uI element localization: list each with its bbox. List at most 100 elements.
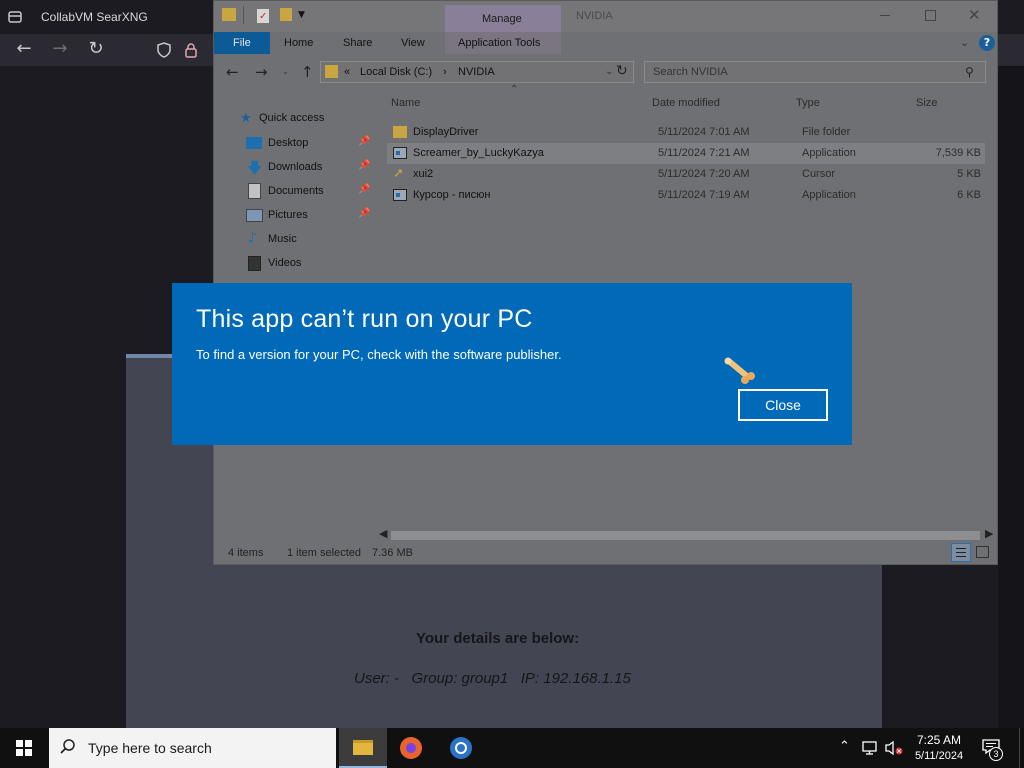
- scroll-right-icon[interactable]: ▶: [985, 527, 993, 540]
- nav-item-videos[interactable]: Videos: [242, 254, 372, 274]
- file-type: File folder: [802, 126, 851, 138]
- column-header-size[interactable]: Size: [916, 97, 937, 109]
- file-name: Screamer_by_LuckyKazya: [413, 147, 544, 159]
- address-segment-folder[interactable]: NVIDIA: [458, 66, 495, 78]
- nav-item-desktop-label: Desktop: [268, 137, 309, 149]
- contextual-tab-group: Manage: [445, 5, 561, 32]
- sort-up-chevron-icon: ⌃: [510, 84, 519, 95]
- nav-item-desktop[interactable]: Desktop 📌: [242, 134, 372, 154]
- action-center-icon[interactable]: 3: [982, 739, 1004, 761]
- scroll-left-icon[interactable]: ◀: [379, 527, 387, 540]
- file-date: 5/11/2024 7:01 AM: [658, 126, 750, 138]
- column-header-date[interactable]: Date modified: [652, 97, 720, 109]
- quick-access-star-icon: ★: [240, 111, 252, 126]
- file-type: Application: [802, 147, 856, 159]
- volume-muted-icon[interactable]: [884, 740, 904, 756]
- details-view-icon[interactable]: [951, 543, 971, 562]
- search-box[interactable]: Search NVIDIA ⚲: [644, 61, 986, 83]
- dialog-title: This app can’t run on your PC: [196, 305, 533, 333]
- start-windows-icon[interactable]: [16, 740, 32, 756]
- quick-access-label[interactable]: Quick access: [259, 112, 324, 124]
- large-icons-view-icon[interactable]: [976, 546, 989, 558]
- file-row[interactable]: Курсор - писюн 5/11/2024 7:19 AM Applica…: [387, 185, 985, 206]
- tab-share[interactable]: Share: [343, 37, 372, 49]
- permissions-lock-icon[interactable]: [184, 42, 198, 58]
- application-icon: [393, 189, 407, 201]
- details-heading: Your details are below:: [416, 630, 580, 647]
- close-window-icon[interactable]: ✕: [968, 6, 981, 24]
- file-row[interactable]: ➚ xui2 5/11/2024 7:20 AM Cursor 5 KB: [387, 164, 985, 185]
- file-date: 5/11/2024 7:20 AM: [658, 168, 750, 180]
- tab-home[interactable]: Home: [284, 37, 313, 49]
- network-icon[interactable]: [862, 740, 878, 755]
- taskbar-app-chrome[interactable]: [437, 728, 485, 768]
- file-row[interactable]: DisplayDriver 5/11/2024 7:01 AM File fol…: [387, 122, 985, 143]
- minimize-icon[interactable]: [880, 15, 890, 16]
- nav-back-icon[interactable]: ←: [226, 63, 239, 81]
- properties-quick-icon[interactable]: ✓: [256, 8, 270, 24]
- address-folder-icon: [325, 65, 338, 78]
- clock[interactable]: 7:25 AM 5/11/2024: [906, 731, 972, 765]
- address-bar[interactable]: « Local Disk (C:) › NVIDIA ⌄: [320, 61, 634, 83]
- title-separator: [243, 6, 244, 24]
- reload-icon[interactable]: ↻: [86, 40, 106, 60]
- taskbar-app-firefox[interactable]: [388, 728, 436, 768]
- tray-overflow-chevron-icon[interactable]: ⌃: [839, 739, 850, 754]
- column-header-name[interactable]: Name: [391, 97, 420, 109]
- status-item-count: 4 items: [228, 547, 264, 559]
- file-date: 5/11/2024 7:19 AM: [658, 189, 750, 201]
- show-desktop-button[interactable]: [1019, 728, 1024, 768]
- status-selected: 1 item selected: [287, 547, 361, 559]
- nav-item-downloads[interactable]: 🡇 Downloads 📌: [242, 158, 372, 178]
- quick-access-dropdown-icon[interactable]: ▼: [298, 10, 305, 20]
- taskbar-search-box[interactable]: Type here to search: [49, 728, 336, 768]
- tab-list-icon[interactable]: [6, 8, 24, 26]
- scroll-thumb[interactable]: [391, 531, 980, 540]
- nav-item-pictures[interactable]: Pictures 📌: [242, 206, 372, 226]
- notification-count-badge: 3: [989, 747, 1003, 761]
- new-folder-quick-icon[interactable]: [280, 8, 292, 21]
- nav-item-music[interactable]: ♪ Music: [242, 230, 372, 250]
- ribbon-expand-chevron-icon[interactable]: ⌄: [960, 36, 969, 49]
- nav-forward-icon[interactable]: →: [255, 63, 268, 81]
- taskbar-search-placeholder: Type here to search: [88, 740, 212, 756]
- tracking-protection-shield-icon[interactable]: [156, 42, 172, 58]
- desktop-icon: [246, 137, 262, 149]
- dialog-close-button[interactable]: Close: [738, 389, 828, 421]
- search-placeholder: Search NVIDIA: [653, 66, 728, 78]
- tab-view[interactable]: View: [401, 37, 425, 49]
- back-arrow-icon[interactable]: ←: [14, 40, 34, 60]
- documents-icon: [248, 183, 261, 199]
- recent-locations-icon[interactable]: ⌄: [282, 67, 289, 76]
- dialog-message: To find a version for your PC, check wit…: [196, 347, 562, 362]
- file-date: 5/11/2024 7:21 AM: [658, 147, 750, 159]
- file-size: 6 KB: [957, 189, 981, 201]
- file-row[interactable]: Screamer_by_LuckyKazya 5/11/2024 7:21 AM…: [387, 143, 985, 164]
- browser-tab[interactable]: CollabVM SearXNG: [30, 4, 210, 30]
- music-icon: ♪: [248, 230, 257, 246]
- tab-file[interactable]: File: [214, 32, 270, 54]
- file-explorer-icon: [353, 740, 373, 755]
- address-overflow[interactable]: «: [344, 66, 350, 78]
- explorer-title-bar[interactable]: ✓ ▼ Manage NVIDIA ✕: [214, 1, 997, 32]
- maximize-icon[interactable]: [925, 10, 936, 21]
- incompatible-app-dialog: This app can’t run on your PC To find a …: [172, 283, 852, 445]
- horizontal-scrollbar[interactable]: ◀ ▶: [379, 527, 997, 543]
- folder-quick-icon[interactable]: [222, 8, 236, 21]
- column-header-type[interactable]: Type: [796, 97, 820, 109]
- ribbon-tab-bar: File Home Share View Application Tools ⌄…: [214, 32, 997, 54]
- address-segment-drive[interactable]: Local Disk (C:): [360, 66, 432, 78]
- refresh-icon[interactable]: ↻: [616, 63, 628, 79]
- taskbar-app-file-explorer[interactable]: [339, 728, 387, 768]
- address-dropdown-icon[interactable]: ⌄: [605, 66, 613, 77]
- pin-icon: 📌: [358, 136, 371, 147]
- nav-up-icon[interactable]: ↑: [301, 63, 314, 81]
- contextual-tab-label: Manage: [482, 13, 522, 25]
- pictures-icon: [246, 209, 263, 222]
- status-bar: 4 items 1 item selected 7.36 MB: [214, 543, 997, 564]
- nav-item-documents[interactable]: Documents 📌: [242, 182, 372, 202]
- taskbar: Type here to search ⌃ 7:25 AM 5/11/2024 …: [0, 728, 1024, 768]
- tab-application-tools[interactable]: Application Tools: [445, 32, 561, 54]
- help-icon[interactable]: ?: [979, 35, 995, 51]
- forward-arrow-icon[interactable]: →: [50, 40, 70, 60]
